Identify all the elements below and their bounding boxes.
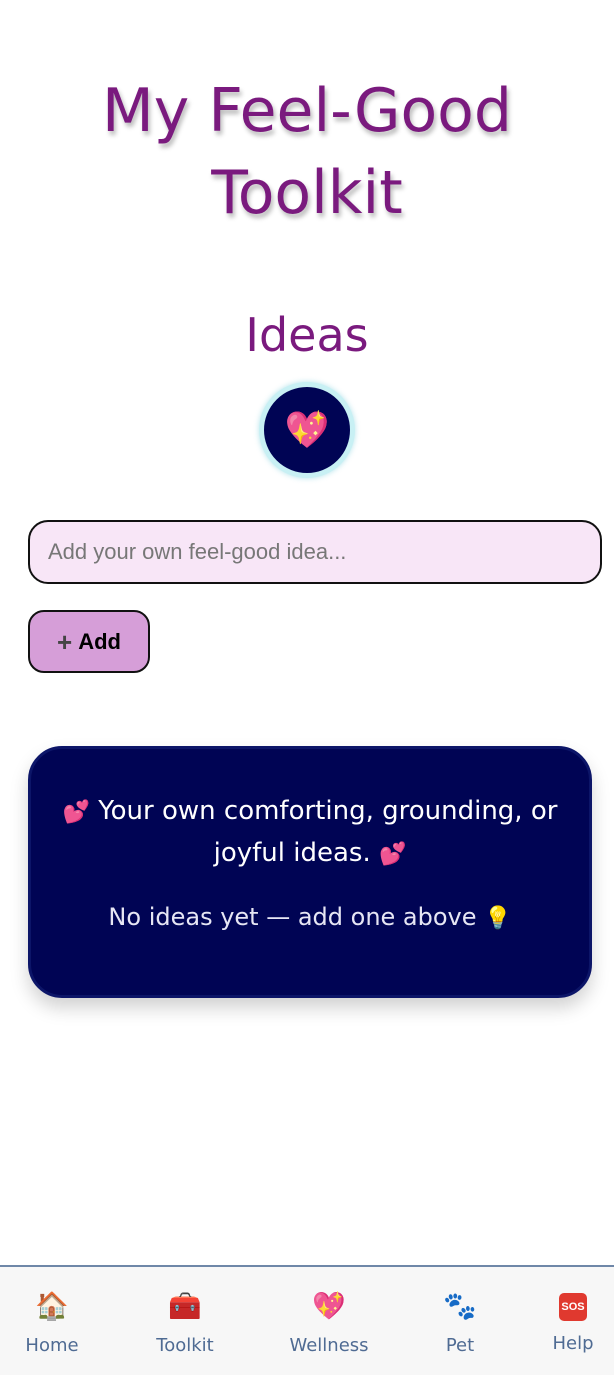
add-button-label: Add [78,628,121,654]
nav-item-label: Help [552,1333,594,1354]
page-title-line-2: Toolkit [211,158,403,228]
nav-item-help[interactable]: SOS Help [518,1267,614,1375]
paw-prints-icon: 🐾 [443,1291,477,1322]
nav-item-home[interactable]: 🏠 Home [0,1267,107,1375]
add-idea-button[interactable]: + Add [28,610,150,673]
sparkling-heart-icon: 💖 [259,382,355,478]
page-title-line-1: My Feel-Good [102,76,512,146]
empty-state-message: No ideas yet — add one above 💡 [51,901,569,935]
sparkling-heart-icon: 💖 [312,1291,346,1322]
house-icon: 🏠 [35,1291,69,1322]
idea-input[interactable] [28,520,602,584]
nav-item-wellness[interactable]: 💖 Wellness [274,1267,384,1375]
two-hearts-icon: 💕 [62,800,90,825]
nav-item-label: Home [25,1335,79,1356]
page-title: My Feel-Good Toolkit [0,70,614,234]
nav-item-label: Toolkit [156,1335,214,1356]
plus-icon: + [57,626,73,657]
toolbox-icon: 🧰 [168,1291,202,1322]
nav-item-label: Wellness [289,1335,369,1356]
sos-icon: SOS [559,1293,587,1321]
section-title: Ideas [245,308,369,362]
page: My Feel-Good Toolkit Ideas 💖 + Add 💕 You… [0,0,614,1375]
ideas-card-description: 💕 Your own comforting, grounding, or joy… [51,791,569,875]
ideas-card-description-text: Your own comforting, grounding, or joyfu… [98,796,558,868]
section-emoji: 💖 [284,410,330,451]
ideas-card: 💕 Your own comforting, grounding, or joy… [28,746,592,998]
light-bulb-icon: 💡 [484,906,512,931]
nav-item-toolkit[interactable]: 🧰 Toolkit [130,1267,240,1375]
two-hearts-icon: 💕 [378,842,407,867]
bottom-nav: 🏠 Home 🧰 Toolkit 💖 Wellness 🐾 Pet SOS He… [0,1265,614,1375]
nav-item-label: Pet [445,1335,475,1356]
empty-state-text: No ideas yet — add one above [108,903,477,931]
nav-item-pet[interactable]: 🐾 Pet [405,1267,515,1375]
